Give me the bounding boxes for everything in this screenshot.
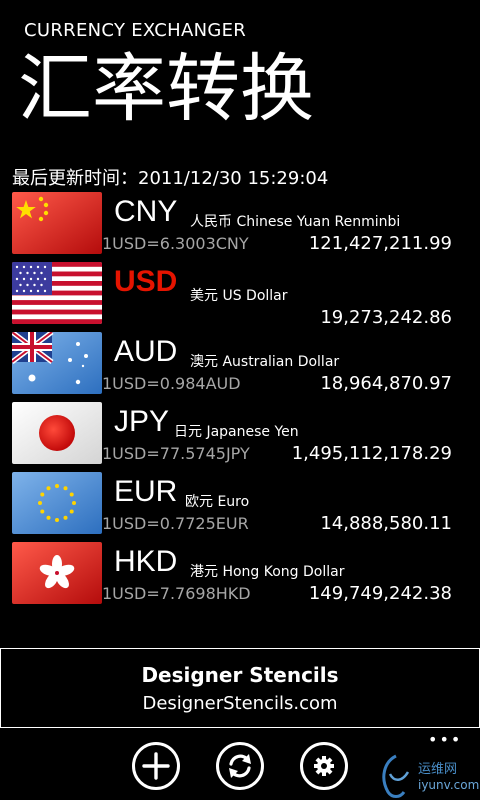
currency-code: USD <box>114 265 178 298</box>
ad-title: Designer Stencils <box>141 663 339 687</box>
settings-button[interactable] <box>300 742 348 790</box>
us-flag-icon <box>12 262 102 324</box>
currency-code: JPY <box>114 405 170 438</box>
refresh-icon <box>229 754 251 778</box>
watermark-text: 运维网 <box>418 762 458 777</box>
hong-kong-flag-icon <box>12 542 102 604</box>
add-icon <box>142 752 170 780</box>
currency-code: CNY <box>114 195 178 228</box>
application-bar: ••• 运维网 iyunv.com <box>0 728 480 800</box>
currency-code: AUD <box>114 335 178 368</box>
converted-amount: 149,749,242.38 <box>308 583 452 604</box>
currency-code: EUR <box>114 475 178 508</box>
currency-name: 美元 US Dollar <box>190 288 288 304</box>
watermark-logo-icon <box>382 754 410 798</box>
currency-code: HKD <box>114 545 178 578</box>
exchange-rate: 1USD=77.5745JPY <box>102 444 250 463</box>
exchange-rate: 1USD=0.7725EUR <box>102 514 249 533</box>
ad-url: DesignerStencils.com <box>142 693 338 714</box>
currency-name: 澳元 Australian Dollar <box>190 354 340 370</box>
converted-amount: 19,273,242.86 <box>320 307 452 328</box>
site-watermark: 运维网 iyunv.com <box>374 752 480 800</box>
last-updated-text: 最后更新时间：2011/12/30 15:29:04 <box>12 168 329 189</box>
china-flag-icon <box>12 192 102 254</box>
settings-icon <box>314 756 334 776</box>
currency-row-eur[interactable]: EUR 欧元 Euro 1USD=0.7725EUR 14,888,580.11 <box>0 472 480 542</box>
currency-name: 人民币 Chinese Yuan Renminbi <box>190 214 401 230</box>
eu-flag-icon <box>12 472 102 534</box>
watermark-url: iyunv.com <box>418 778 480 792</box>
japan-flag-icon <box>12 402 102 464</box>
converted-amount: 14,888,580.11 <box>320 513 452 534</box>
refresh-button[interactable] <box>216 742 264 790</box>
converted-amount: 18,964,870.97 <box>320 373 452 394</box>
converted-amount: 1,495,112,178.29 <box>291 443 452 464</box>
more-menu-button[interactable]: ••• <box>428 730 464 750</box>
add-button[interactable] <box>132 742 180 790</box>
currency-row-cny[interactable]: CNY 人民币 Chinese Yuan Renminbi 1USD=6.300… <box>0 192 480 262</box>
exchange-rate: 1USD=6.3003CNY <box>102 234 249 253</box>
australia-flag-icon <box>12 332 102 394</box>
app-subtitle: CURRENCY EXCHANGER <box>24 20 247 41</box>
currency-row-hkd[interactable]: HKD 港元 Hong Kong Dollar 1USD=7.7698HKD 1… <box>0 542 480 612</box>
currency-name: 港元 Hong Kong Dollar <box>190 564 345 580</box>
currency-name: 欧元 Euro <box>185 494 250 510</box>
advertisement-banner[interactable]: Designer Stencils DesignerStencils.com <box>0 648 480 728</box>
page-title: 汇率转换 <box>18 46 314 132</box>
currency-row-jpy[interactable]: JPY 日元 Japanese Yen 1USD=77.5745JPY 1,49… <box>0 402 480 472</box>
exchange-rate: 1USD=0.984AUD <box>102 374 241 393</box>
currency-list: CNY 人民币 Chinese Yuan Renminbi 1USD=6.300… <box>0 192 480 612</box>
currency-row-usd[interactable]: USD 美元 US Dollar 19,273,242.86 <box>0 262 480 332</box>
exchange-rate: 1USD=7.7698HKD <box>102 584 251 603</box>
converted-amount: 121,427,211.99 <box>308 233 452 254</box>
currency-name: 日元 Japanese Yen <box>174 424 299 440</box>
currency-row-aud[interactable]: AUD 澳元 Australian Dollar 1USD=0.984AUD 1… <box>0 332 480 402</box>
